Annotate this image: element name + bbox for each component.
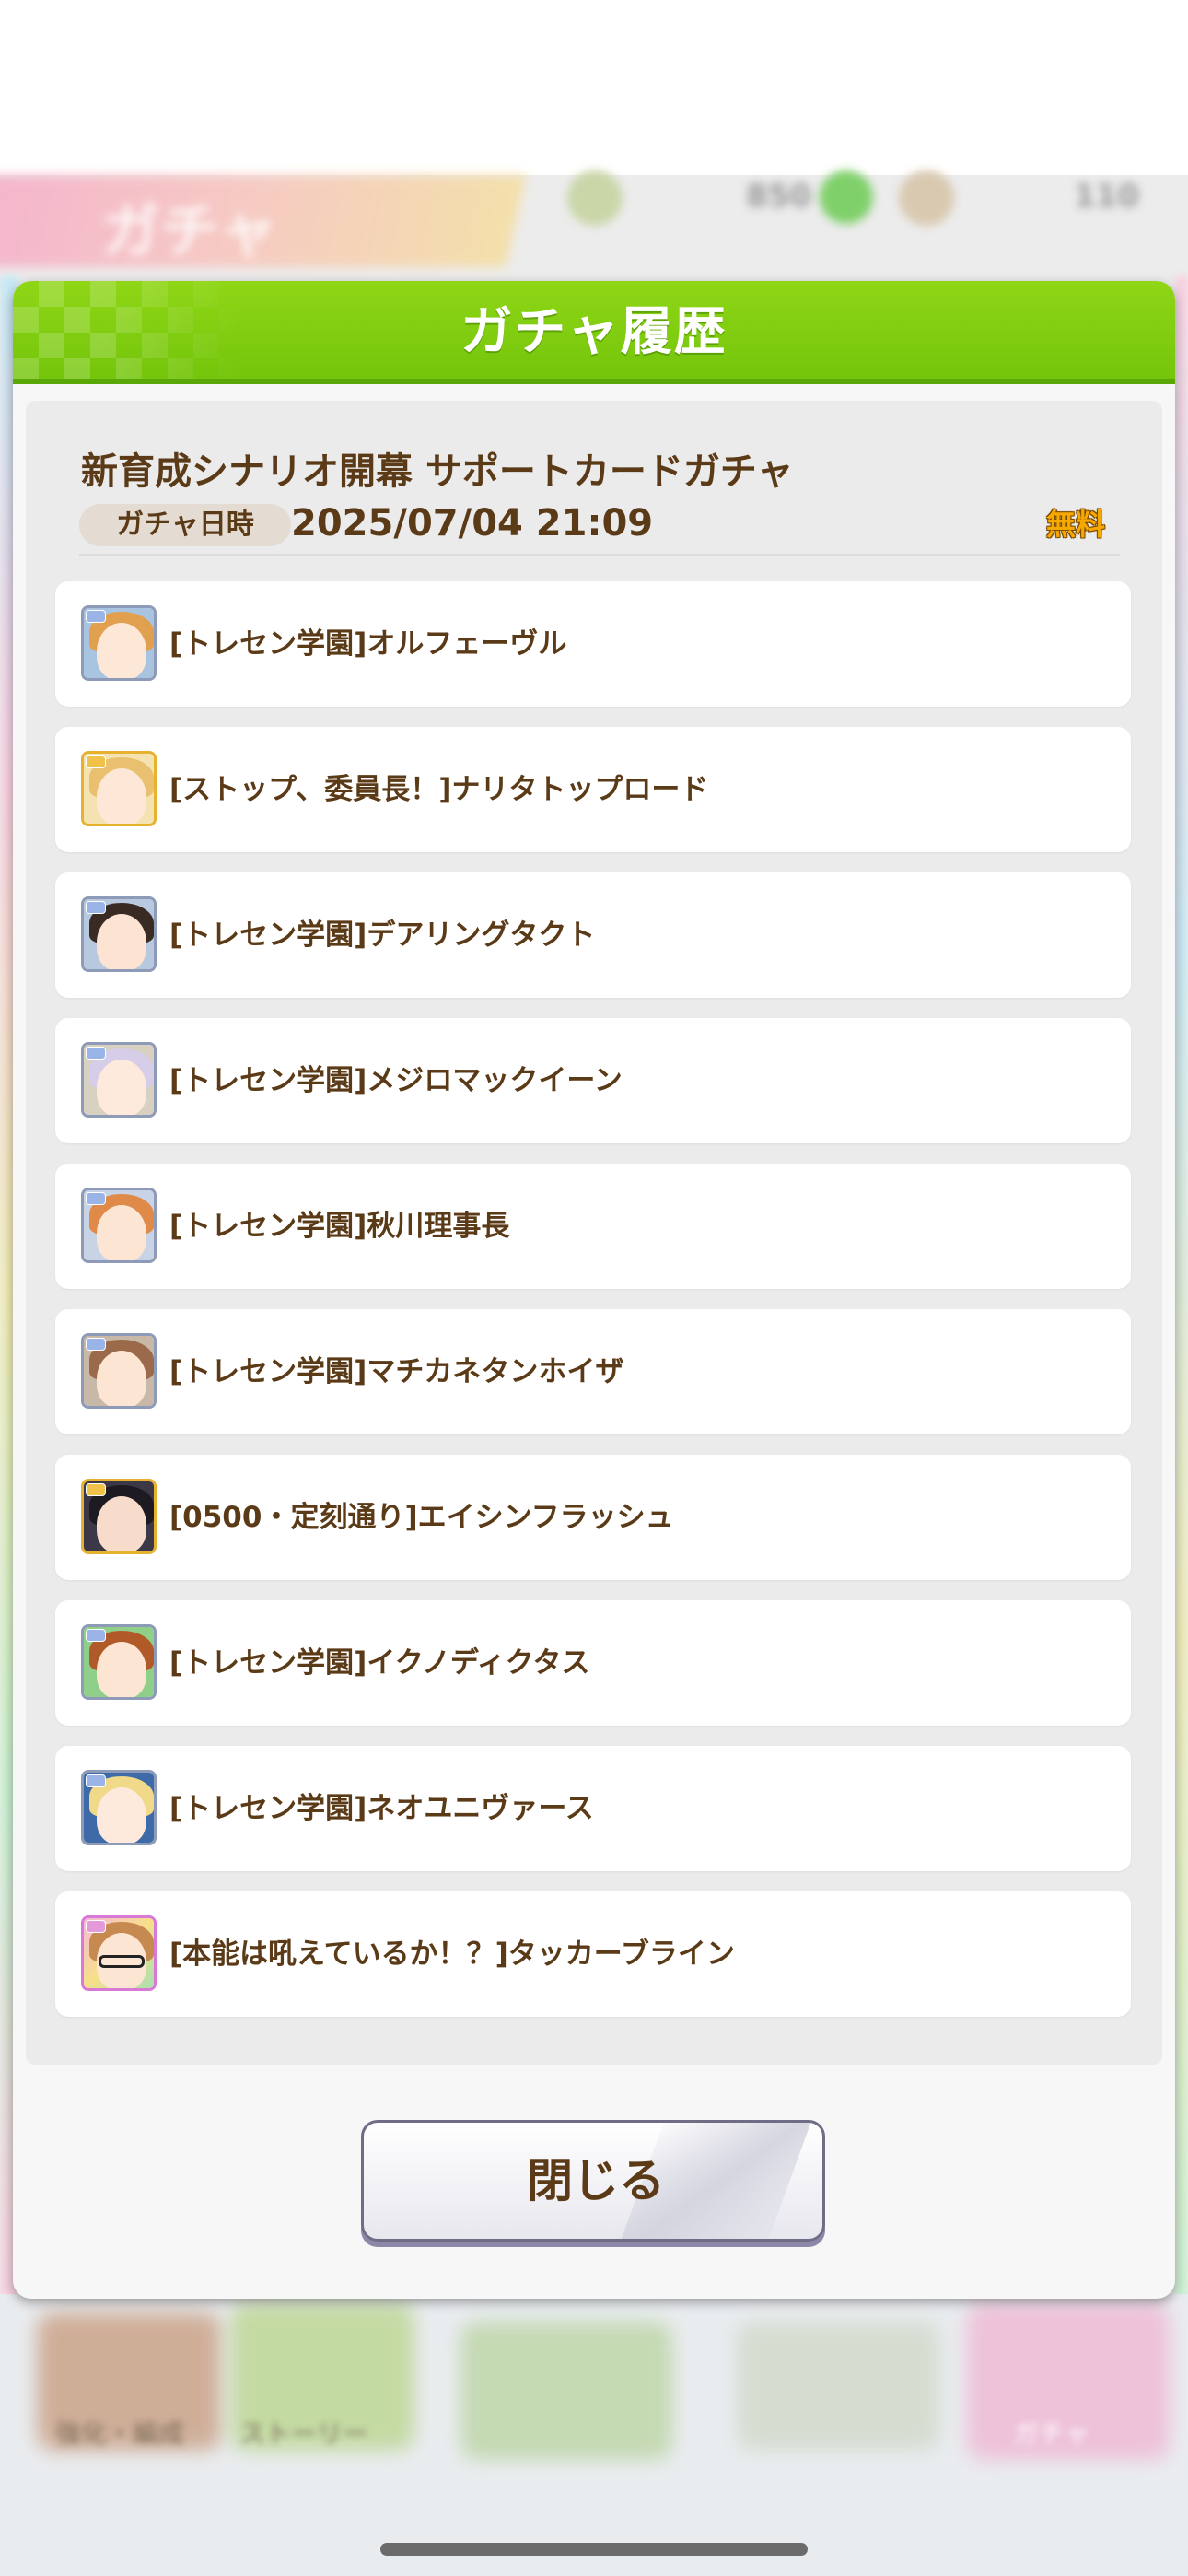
rarity-badge [86,1920,106,1933]
status-bar-area [0,0,1188,175]
list-item: [トレセン学園]デアリングタクト [55,872,1131,998]
list-item: [トレセン学園]イクノディクタス [55,1600,1131,1726]
card-name: [トレセン学園]メジロマックイーン [169,1064,623,1097]
list-item: [ストップ、委員長！]ナリタトップロード [55,727,1131,852]
close-button[interactable]: 閉じる [361,2120,825,2242]
rarity-badge [86,1483,106,1496]
background-bottom-label-5: ガチャ [1013,2418,1090,2449]
rarity-badge [86,610,106,623]
list-item: [本能は吼えているか！？]タッカーブライン [55,1891,1131,2017]
list-item: [トレセン学園]オルフェーヴル [55,581,1131,707]
background-right-strip [1175,276,1188,2303]
card-icon-tucker-bryne [81,1915,157,1991]
free-badge: 無料 [1046,507,1106,542]
background-header-icons: 850 110 [553,170,1188,226]
gacha-history-modal: ガチャ履歴 新育成シナリオ開幕 サポートカードガチャ ガチャ日時 2025/07… [13,281,1175,2299]
list-item: [0500・定刻通り]エイシンフラッシュ [55,1455,1131,1580]
list-item: [トレセン学園]メジロマックイーン [55,1018,1131,1143]
rarity-badge [86,901,106,914]
card-icon-mejiro-mcqueen [81,1042,157,1118]
card-icon-neo-universe [81,1770,157,1845]
card-name: [ストップ、委員長！]ナリタトップロード [169,773,709,806]
date-value: 2025/07/04 21:09 [291,502,654,544]
card-icon-daring-tact [81,896,157,972]
card-name: [トレセン学園]秋川理事長 [169,1210,510,1243]
card-name: [0500・定刻通り]エイシンフラッシュ [169,1501,674,1534]
card-icon-eishin-flash [81,1479,157,1554]
list-item: [トレセン学園]マチカネタンホイザ [55,1309,1131,1434]
rarity-badge [86,1774,106,1787]
home-indicator[interactable] [380,2543,808,2556]
background-bottom-label-1: 強化・編成 [55,2418,185,2449]
card-icon-matikanetannhauser [81,1333,157,1409]
background-tab-label: ガチャ [101,198,278,266]
rarity-badge [86,1192,106,1205]
card-name: [トレセン学園]デアリングタクト [169,919,596,952]
date-label: ガチャ日時 [79,504,291,546]
close-button-label: 閉じる [527,2154,665,2207]
rarity-badge [86,1629,106,1642]
modal-header: ガチャ履歴 [13,281,1175,384]
rarity-badge [86,1338,106,1351]
card-name: [トレセン学園]イクノディクタス [169,1646,590,1680]
modal-title: ガチャ履歴 [460,302,728,362]
card-icon-orfevre [81,605,157,681]
card-name: [トレセン学園]オルフェーヴル [169,627,567,661]
divider [79,554,1120,556]
card-name: [トレセン学園]ネオユニヴァース [169,1792,594,1825]
background-bottom-label-2: ストーリー [239,2418,369,2449]
list-item: [トレセン学園]ネオユニヴァース [55,1746,1131,1871]
card-icon-ikuno-dictus [81,1624,157,1700]
card-name: [本能は吼えているか！？]タッカーブライン [169,1938,735,1971]
card-icon-akikawa [81,1188,157,1263]
background-header-value-1: 850 [746,178,811,215]
rarity-badge [86,755,106,768]
rarity-badge [86,1047,106,1060]
list-item: [トレセン学園]秋川理事長 [55,1164,1131,1289]
card-icon-narita-top-road [81,751,157,826]
gacha-name: 新育成シナリオ開幕 サポートカードガチャ [81,451,794,493]
card-name: [トレセン学園]マチカネタンホイザ [169,1355,624,1388]
background-bottom-menu: 強化・編成 ストーリー ガチャ [0,2294,1188,2576]
background-header-value-2: 110 [1074,178,1139,215]
